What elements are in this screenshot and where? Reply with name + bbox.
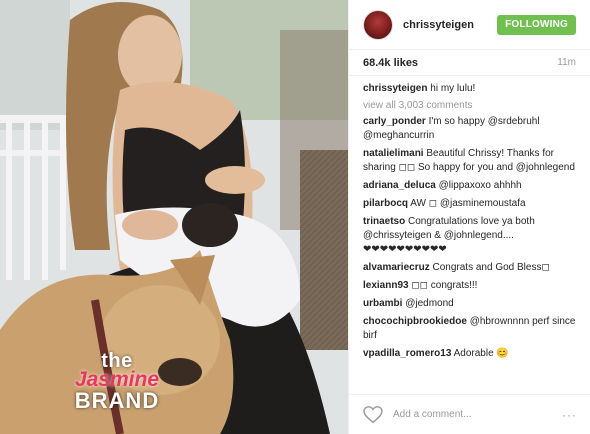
- comment-bar: Add a comment... ···: [349, 394, 590, 434]
- caption-username[interactable]: chrissyteigen: [363, 83, 427, 94]
- post-username[interactable]: chrissyteigen: [403, 19, 497, 31]
- caption: chrissyteigen hi my lulu!: [363, 82, 576, 96]
- avatar[interactable]: [363, 9, 393, 40]
- comment-item: trinaetso Congratulations love ya both @…: [363, 215, 576, 257]
- comment-username[interactable]: alvamariecruz: [363, 262, 430, 273]
- caption-text: hi my lulu!: [430, 83, 476, 94]
- view-all-comments-link[interactable]: view all 3,003 comments: [363, 100, 576, 111]
- add-comment-input[interactable]: Add a comment...: [393, 409, 562, 420]
- watermark-line-brand: BRAND: [74, 388, 160, 413]
- comment-item: carly_ponder I'm so happy @srdebruhl @me…: [363, 115, 576, 143]
- post-stats: 68.4k likes 11m: [349, 50, 590, 76]
- heart-icon[interactable]: [363, 405, 383, 424]
- comment-text-continued: ❤❤❤❤❤❤❤❤❤❤: [363, 244, 447, 255]
- watermark: the Jasmine BRAND: [52, 351, 182, 413]
- comment-item: chocochipbrookiedoe @hbrownnnn perf sinc…: [363, 315, 576, 343]
- following-button[interactable]: FOLLOWING: [497, 14, 576, 35]
- comment-text: Adorable 😊: [453, 348, 509, 359]
- comment-username[interactable]: adriana_deluca: [363, 180, 436, 191]
- comment-item: adriana_deluca @lippaxoxo ahhhh: [363, 179, 576, 193]
- post-header: chrissyteigen FOLLOWING: [349, 0, 590, 50]
- comment-item: vpadilla_romero13 Adorable 😊: [363, 347, 576, 361]
- comment-text: @lippaxoxo ahhhh: [438, 180, 522, 191]
- comment-text: Congrats and God Bless◻: [432, 262, 550, 273]
- watermark-line-jasmine: Jasmine: [74, 368, 160, 391]
- comment-item: lexiann93 ◻◻ congrats!!!: [363, 279, 576, 293]
- comment-username[interactable]: vpadilla_romero13: [363, 348, 451, 359]
- comment-username[interactable]: lexiann93: [363, 280, 409, 291]
- comment-username[interactable]: carly_ponder: [363, 116, 426, 127]
- comment-username[interactable]: trinaetso: [363, 216, 405, 227]
- comment-username[interactable]: chocochipbrookiedoe: [363, 316, 467, 327]
- comment-item: urbambi @jedmond: [363, 297, 576, 311]
- comment-text: @jedmond: [405, 298, 454, 309]
- more-options-icon[interactable]: ···: [562, 408, 577, 422]
- comment-username[interactable]: pilarbocq: [363, 198, 408, 209]
- post-timestamp[interactable]: 11m: [557, 57, 576, 68]
- comment-item: natalielimani Beautiful Chrissy! Thanks …: [363, 147, 576, 175]
- comment-item: alvamariecruz Congrats and God Bless◻: [363, 261, 576, 275]
- comment-text: ◻◻ congrats!!!: [411, 280, 478, 291]
- comment-text: AW ◻ @jasminemoustafa: [410, 198, 526, 209]
- likes-count[interactable]: 68.4k likes: [363, 57, 557, 69]
- post-photo[interactable]: the Jasmine BRAND: [0, 0, 348, 434]
- comment-item: pilarbocq AW ◻ @jasminemoustafa: [363, 197, 576, 211]
- comment-username[interactable]: urbambi: [363, 298, 402, 309]
- comment-username[interactable]: natalielimani: [363, 148, 424, 159]
- comments-list: chrissyteigen hi my lulu! view all 3,003…: [349, 76, 590, 361]
- post-side-panel: chrissyteigen FOLLOWING 68.4k likes 11m …: [348, 0, 590, 434]
